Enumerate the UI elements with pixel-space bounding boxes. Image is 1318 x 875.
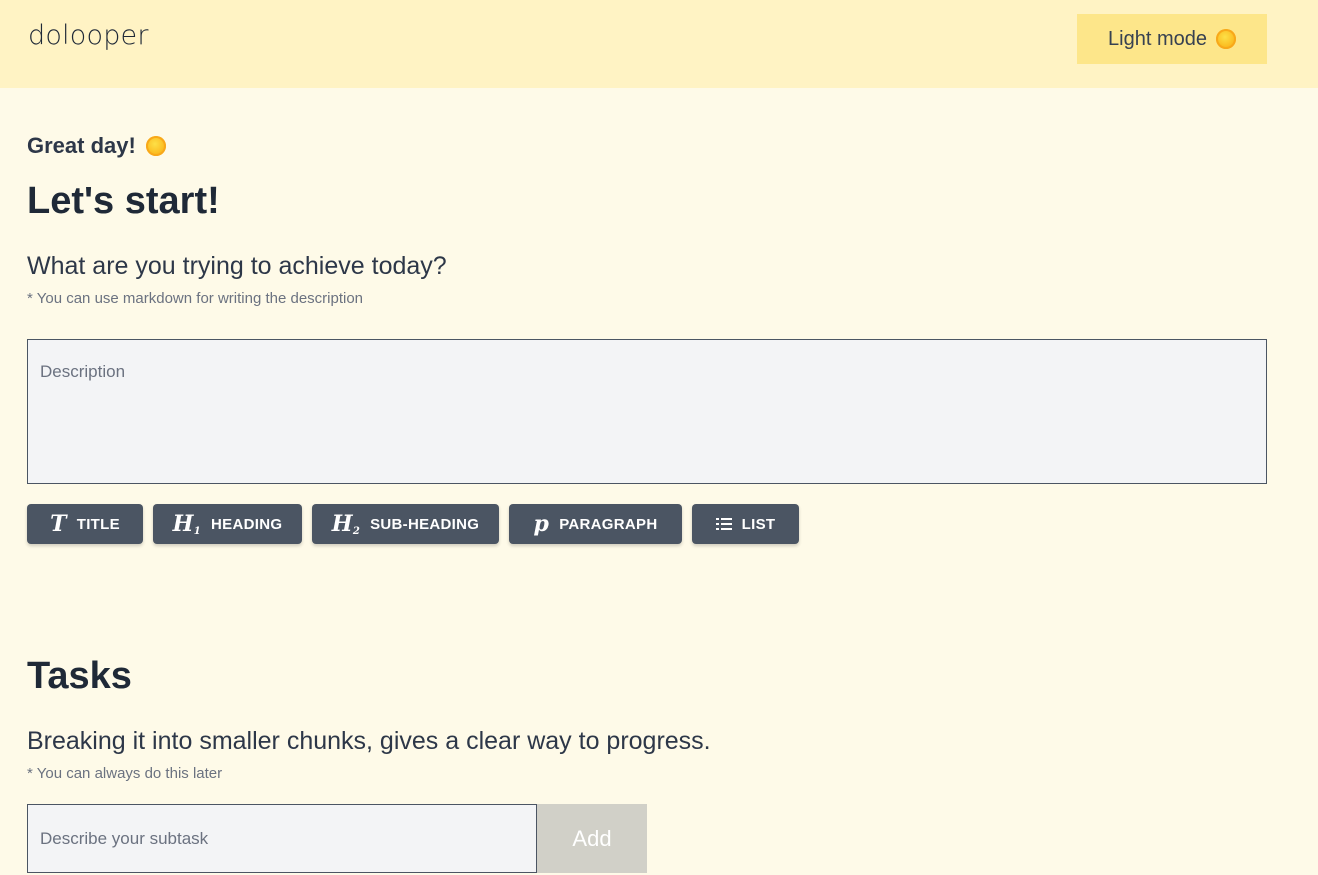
paragraph-button[interactable]: p PARAGRAPH [509, 504, 682, 544]
list-button[interactable]: LIST [692, 504, 799, 544]
app-header: dolooper Light mode [0, 0, 1318, 88]
app-logo[interactable]: dolooper [28, 20, 149, 51]
markdown-hint: * You can use markdown for writing the d… [27, 290, 364, 307]
sub-heading-button-label: SUB-HEADING [370, 515, 480, 533]
subtask-input[interactable] [27, 804, 537, 873]
heading-button-label: HEADING [211, 515, 283, 533]
tasks-hint: * You can always do this later [27, 765, 223, 782]
list-button-label: LIST [741, 515, 776, 533]
paragraph-button-label: PARAGRAPH [559, 515, 658, 533]
title-T-icon: T [50, 511, 67, 537]
add-subtask-button[interactable]: Add [537, 804, 647, 873]
page-title: Let's start! [27, 180, 220, 222]
paragraph-p-icon: p [533, 511, 550, 537]
description-textarea[interactable] [27, 339, 1267, 484]
light-mode-toggle-button[interactable]: Light mode [1077, 14, 1267, 64]
sun-icon [145, 136, 166, 156]
title-button-label: TITLE [76, 515, 120, 533]
title-button[interactable]: T TITLE [27, 504, 143, 544]
subheading-h2-icon: H2 [331, 511, 361, 537]
tasks-title: Tasks [27, 655, 132, 697]
sub-heading-button[interactable]: H2 SUB-HEADING [312, 504, 499, 544]
tasks-subtitle: Breaking it into smaller chunks, gives a… [27, 727, 711, 755]
light-mode-label: Light mode [1108, 27, 1207, 50]
greeting: Great day! [27, 133, 166, 159]
heading-h1-icon: H1 [172, 511, 202, 537]
sun-icon [1215, 29, 1236, 49]
heading-button[interactable]: H1 HEADING [153, 504, 302, 544]
goal-question: What are you trying to achieve today? [27, 252, 447, 280]
greeting-text: Great day! [27, 133, 136, 158]
list-icon [715, 518, 732, 530]
